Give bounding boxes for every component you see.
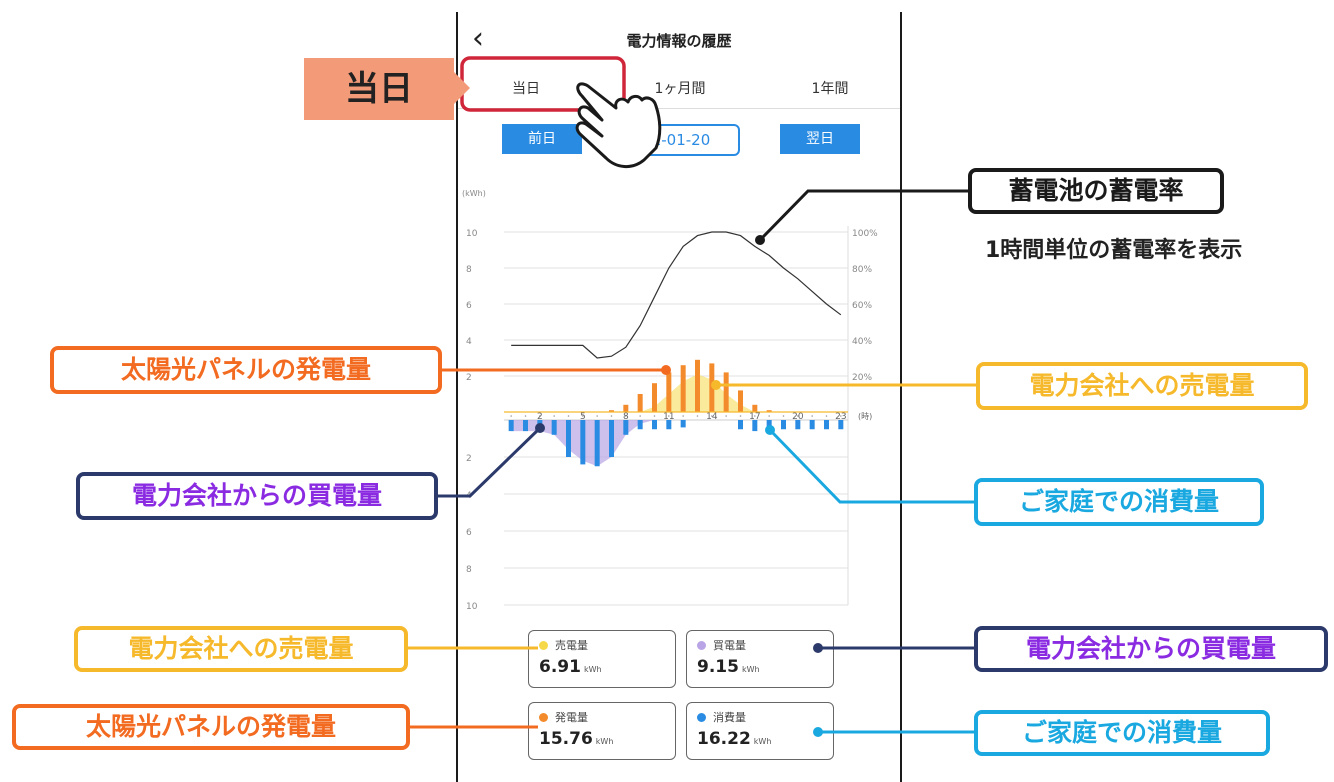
consumption-leader bbox=[768, 428, 974, 504]
callout-sell-summary: 電力会社への売電量 bbox=[74, 626, 408, 672]
battery-leader bbox=[758, 189, 968, 242]
solar-leader-dot bbox=[661, 365, 671, 375]
callout-buy-summary: 電力会社からの買電量 bbox=[974, 626, 1328, 672]
callout-battery: 蓄電池の蓄電率 bbox=[968, 168, 1224, 214]
battery-note: 1時間単位の蓄電率を表示 bbox=[985, 238, 1243, 263]
callout-solar-summary: 太陽光パネルの発電量 bbox=[12, 704, 410, 750]
callout-consumption-summary: ご家庭での消費量 bbox=[974, 710, 1270, 756]
sell-leader-dot bbox=[711, 380, 721, 390]
pointing-hand-icon bbox=[575, 82, 662, 168]
callout-consumption: ご家庭での消費量 bbox=[974, 478, 1264, 526]
callout-sell: 電力会社への売電量 bbox=[976, 362, 1308, 410]
consumption-summary-leader-dot bbox=[813, 727, 823, 737]
buy-summary-leader-dot bbox=[813, 643, 823, 653]
buy-leader-dot bbox=[535, 423, 545, 433]
callout-solar: 太陽光パネルの発電量 bbox=[50, 346, 442, 394]
hand-shape bbox=[575, 82, 662, 168]
battery-leader-dot bbox=[755, 235, 765, 245]
callout-buy: 電力会社からの買電量 bbox=[76, 472, 438, 520]
callout-tab-today: 当日 bbox=[304, 58, 454, 120]
buy-leader bbox=[438, 426, 542, 498]
consumption-leader-dot bbox=[765, 425, 775, 435]
